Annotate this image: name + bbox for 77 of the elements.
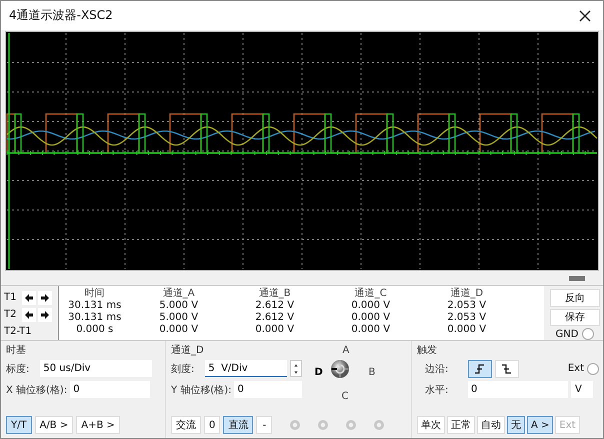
falling-edge-icon (501, 364, 513, 374)
channel-label[interactable]: A (342, 345, 350, 357)
close-icon[interactable] (579, 10, 591, 22)
falling-edge-button[interactable] (495, 360, 519, 378)
resize-grip-icon[interactable] (569, 276, 585, 280)
table-cell-text: 30.131 ms (67, 300, 122, 312)
terminal-icon (289, 419, 302, 431)
field-label: 标度: (6, 362, 30, 376)
table-cell-text: 0.000 V (254, 324, 296, 336)
side-button[interactable]: 保存 (550, 308, 600, 326)
table-cell-text: 2.612 V (254, 312, 296, 324)
cursor-left-button[interactable] (22, 308, 36, 322)
unit-label: V (571, 381, 593, 398)
spinner-icon[interactable] (290, 360, 302, 377)
knob-icon[interactable] (330, 359, 350, 379)
group-title: 触发 (417, 344, 437, 357)
ext-radio[interactable] (587, 362, 599, 374)
display-mode-button[interactable]: A/B > (34, 416, 74, 434)
offset-field[interactable]: 0 (70, 381, 150, 398)
table-cell-text: 2.612 V (254, 300, 296, 312)
coupling-button[interactable]: 交流 (171, 416, 201, 434)
terminal-icon (345, 419, 358, 431)
table-cell-text: 2.053 V (446, 300, 488, 312)
coupling-button[interactable]: - (256, 416, 272, 434)
column-header: 通道_C (354, 288, 388, 300)
trigger-mode-button[interactable]: 单次 (417, 416, 445, 434)
cursor-label: T2 (4, 309, 18, 320)
table-cell-text: 0.000 V (446, 324, 488, 336)
offset-field[interactable]: 0 (234, 381, 302, 398)
field-label: Y 轴位移(格): (171, 384, 232, 396)
column-header: 时间 (84, 288, 106, 300)
channel-label[interactable]: D (314, 367, 323, 379)
channel-label[interactable]: C (341, 391, 348, 403)
table-cell-text: 2.053 V (446, 312, 488, 324)
table-cell-text: 0.000 s (75, 324, 114, 336)
table-cell-text: 5.000 V (158, 312, 200, 324)
table-cell-text: 0.000 V (350, 312, 392, 324)
field-label: 刻度: (171, 362, 194, 376)
coupling-button[interactable]: 0 (204, 416, 220, 434)
trigger-mode-button[interactable]: 正常 (447, 416, 475, 434)
display-mode-button[interactable]: A+B > (76, 416, 120, 434)
terminal-icon (317, 419, 330, 431)
scale-field[interactable]: 50 us/Div (40, 360, 152, 377)
table-cell-text: 0.000 V (350, 300, 392, 312)
rising-edge-icon (474, 364, 486, 374)
scale-field[interactable]: 5 V/Div (205, 360, 288, 377)
field-label: 边沿: (425, 362, 450, 376)
level-field[interactable]: 0 (468, 381, 568, 398)
cursor-label: T2-T1 (4, 326, 32, 337)
coupling-button[interactable]: 直流 (223, 416, 254, 434)
column-header: 通道_A (162, 288, 196, 300)
column-header: 通道_D (449, 288, 484, 300)
cursor-right-button[interactable] (38, 308, 52, 322)
group-title: 时基 (6, 344, 26, 357)
cursor-left-button[interactable] (22, 290, 36, 304)
trigger-mode-button[interactable]: 无 (507, 416, 525, 434)
column-header: 通道_B (258, 288, 292, 300)
field-label: X 轴位移(格): (6, 384, 68, 396)
table-cell-text: 0.000 V (158, 324, 200, 336)
table-cell-text: 0.000 V (350, 324, 392, 336)
table-cell-text: 30.131 ms (67, 312, 122, 324)
channel-label[interactable]: B (368, 367, 376, 379)
gnd-radio[interactable] (582, 328, 594, 340)
rising-edge-button[interactable] (468, 360, 492, 378)
terminal-icon (373, 419, 386, 431)
table-cell-text: 5.000 V (158, 300, 200, 312)
group-title: 通道_D (171, 344, 204, 357)
cursor-right-button[interactable] (38, 290, 52, 304)
gnd-label: GND (556, 328, 578, 340)
cursor-label: T1 (4, 292, 18, 303)
trigger-mode-button[interactable]: 自动 (477, 416, 505, 434)
trigger-mode-button[interactable]: A > (527, 416, 554, 434)
window-title: 4通道示波器-XSC2 (9, 7, 113, 24)
ext-label: Ext (568, 363, 584, 374)
display-mode-button[interactable]: Y/T (6, 416, 32, 434)
field-label: 水平: (425, 384, 450, 396)
side-button[interactable]: 反向 (550, 289, 600, 306)
